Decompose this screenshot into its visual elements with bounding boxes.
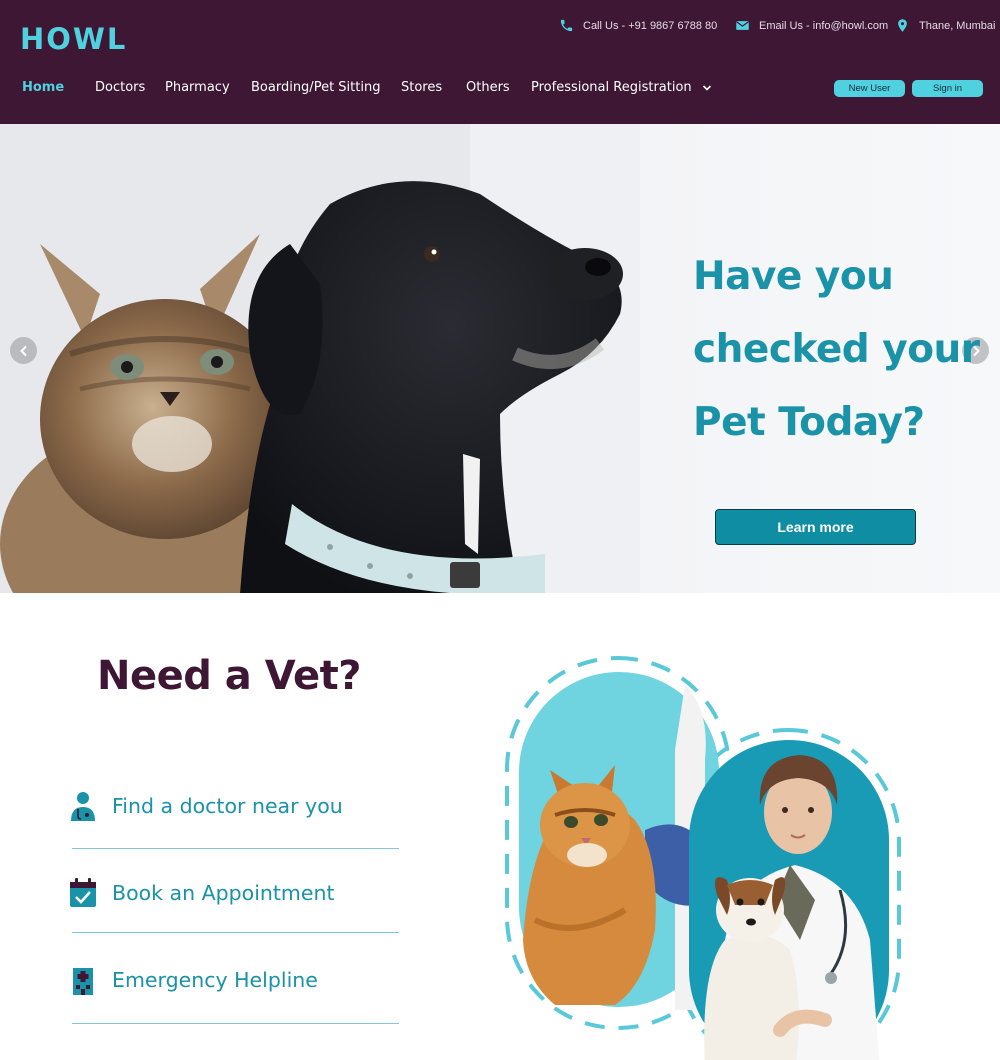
nav-pharmacy[interactable]: Pharmacy: [165, 80, 230, 95]
nav-doctors[interactable]: Doctors: [95, 80, 145, 95]
learn-more-button[interactable]: Learn more: [715, 509, 916, 545]
contact-email-text: Email Us - info@howl.com: [759, 19, 889, 32]
divider: [72, 932, 399, 933]
contact-phone-text: Call Us - +91 9867 6788 80: [583, 19, 718, 32]
nav-home[interactable]: Home: [22, 80, 64, 95]
vet-with-pets-illustration: [505, 656, 901, 1060]
sign-in-button[interactable]: Sign in: [912, 80, 983, 97]
find-doctor-label: Find a doctor near you: [112, 794, 343, 818]
contact-location-text: Thane, Mumbai: [919, 19, 996, 32]
need-a-vet-heading: Need a Vet?: [97, 653, 361, 699]
nav-stores[interactable]: Stores: [401, 80, 442, 95]
doctor-icon: [71, 792, 95, 821]
contact-email[interactable]: Email Us - info@howl.com: [735, 18, 888, 33]
hero-heading-line-2: checked your: [693, 327, 980, 372]
nav-professional-registration-label: Professional Registration: [531, 80, 692, 95]
find-doctor-link[interactable]: Find a doctor near you: [68, 786, 400, 826]
divider: [72, 1023, 399, 1024]
divider: [72, 848, 399, 849]
mail-icon: [736, 21, 749, 30]
hero-cat-dog-photo: [0, 124, 640, 593]
contact-phone[interactable]: Call Us - +91 9867 6788 80: [559, 18, 717, 33]
nav-boarding[interactable]: Boarding/Pet Sitting: [251, 80, 380, 95]
hero-heading-line-3: Pet Today?: [693, 400, 925, 445]
chevron-left-icon: [19, 345, 27, 356]
carousel-prev-button[interactable]: [10, 337, 37, 364]
emergency-helpline-label: Emergency Helpline: [112, 968, 318, 992]
location-pin-icon: [898, 19, 907, 32]
hero-heading: Have you checked your Pet Today?: [693, 240, 983, 459]
site-header: HOWL Call Us - +91 9867 6788 80 Email Us…: [0, 0, 1000, 124]
nav-professional-registration[interactable]: Professional Registration: [531, 80, 712, 95]
phone-icon: [560, 19, 573, 32]
book-appointment-label: Book an Appointment: [112, 881, 335, 905]
new-user-button[interactable]: New User: [834, 80, 905, 97]
hospital-icon: [73, 968, 93, 995]
nav-others[interactable]: Others: [466, 80, 510, 95]
calendar-check-icon: [70, 878, 96, 907]
logo[interactable]: HOWL: [20, 22, 127, 56]
contact-location[interactable]: Thane, Mumbai: [895, 18, 995, 33]
emergency-helpline-link[interactable]: Emergency Helpline: [68, 960, 400, 1000]
chevron-down-icon: [702, 84, 711, 91]
hero-heading-line-1: Have you: [693, 254, 894, 299]
hero-banner: Have you checked your Pet Today? Learn m…: [0, 124, 1000, 593]
book-appointment-link[interactable]: Book an Appointment: [68, 873, 400, 913]
